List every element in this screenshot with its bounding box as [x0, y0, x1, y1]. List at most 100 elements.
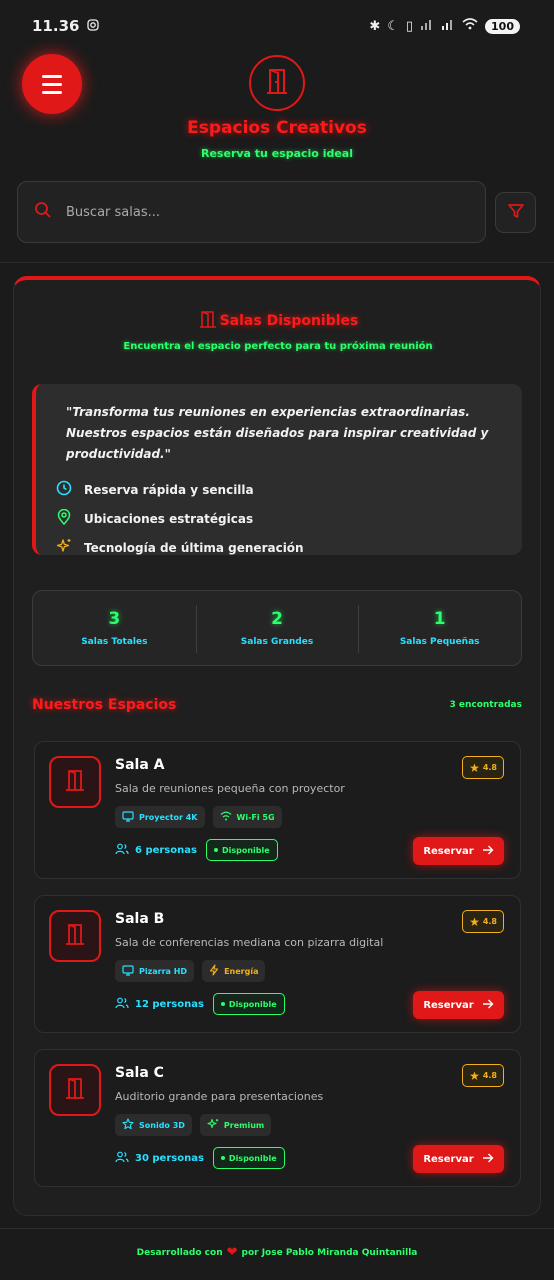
arrow-right-icon	[482, 999, 494, 1012]
star-icon: ★	[469, 914, 480, 929]
hamburger-icon	[42, 82, 62, 86]
status-left: 11.36	[32, 17, 100, 35]
room-footer: 30 personas Disponible	[115, 1147, 285, 1169]
app-title: Espacios Creativos	[187, 118, 367, 138]
lightning-icon	[209, 964, 219, 978]
section-title: Salas Disponibles	[14, 310, 540, 332]
divider	[0, 262, 554, 263]
users-icon	[115, 997, 129, 1012]
spaces-header: Nuestros Espacios 3 encontradas	[32, 697, 522, 713]
tag-label: Proyector 4K	[139, 812, 198, 822]
door-icon	[198, 310, 218, 332]
rating-badge: ★ 4.8	[462, 756, 504, 779]
rooms-panel: Salas Disponibles Encuentra el espacio p…	[13, 276, 541, 1216]
filter-icon	[507, 202, 525, 224]
rating-badge: ★ 4.8	[462, 910, 504, 933]
location-pin-icon	[56, 508, 72, 528]
moon-icon: ☾	[387, 18, 399, 34]
reserve-button[interactable]: Reservar	[413, 1145, 504, 1173]
monitor-icon	[122, 964, 134, 978]
reserve-label: Reservar	[423, 1153, 474, 1165]
room-description: Auditorio grande para presentaciones	[115, 1090, 324, 1103]
stat-value: 3	[108, 609, 121, 629]
star-icon: ★	[469, 1068, 480, 1083]
status-badge: Disponible	[212, 993, 285, 1015]
room-name: Sala A	[115, 757, 165, 773]
room-icon	[49, 910, 101, 962]
reserve-label: Reservar	[423, 845, 474, 857]
spaces-title: Nuestros Espacios	[32, 697, 177, 713]
room-card[interactable]: Sala C Auditorio grande para presentacio…	[34, 1049, 521, 1187]
feature-label: Reserva rápida y sencilla	[84, 482, 254, 497]
heart-icon: ❤	[226, 1245, 238, 1260]
clock-icon	[56, 480, 72, 499]
quote-text: "Transforma tus reuniones en experiencia…	[66, 405, 489, 461]
hamburger-icon	[42, 90, 62, 94]
feature-list: Reserva rápida y sencilla Ubicaciones es…	[56, 475, 506, 562]
status-text: Disponible	[221, 845, 270, 855]
tag: Wi-Fi 5G	[212, 806, 282, 828]
room-card[interactable]: Sala B Sala de conferencias mediana con …	[34, 895, 521, 1033]
footer-prefix: Desarrollado con	[136, 1247, 223, 1258]
instagram-icon	[87, 17, 100, 35]
reserve-label: Reservar	[423, 999, 474, 1011]
room-footer: 12 personas Disponible	[115, 993, 285, 1015]
room-tags: Pizarra HD Energía	[115, 960, 266, 982]
door-icon	[262, 66, 292, 100]
search-bar[interactable]	[17, 181, 486, 243]
filter-button[interactable]	[495, 192, 536, 233]
quote-box: "Transforma tus reuniones en experiencia…	[32, 384, 522, 555]
reserve-button[interactable]: Reservar	[413, 837, 504, 865]
capacity-text: 6 personas	[135, 844, 197, 856]
room-icon	[49, 1064, 101, 1116]
status-badge: Disponible	[212, 1147, 285, 1169]
stat-label: Salas Totales	[81, 637, 148, 647]
stat-label: Salas Grandes	[240, 637, 314, 647]
feature-label: Ubicaciones estratégicas	[84, 511, 254, 526]
capacity-text: 12 personas	[135, 998, 204, 1010]
arrow-right-icon	[482, 1153, 494, 1166]
room-description: Sala de conferencias mediana con pizarra…	[115, 936, 384, 949]
results-count: 3 encontradas	[449, 700, 522, 710]
stat-value: 2	[271, 609, 283, 629]
status-text: Disponible	[228, 1153, 277, 1163]
wifi-icon	[462, 18, 478, 34]
arrow-right-icon	[482, 845, 494, 858]
room-description: Sala de reuniones pequeña con proyector	[115, 782, 345, 795]
search-input[interactable]	[66, 204, 446, 220]
tag-label: Premium	[223, 1120, 265, 1130]
app-logo	[249, 55, 305, 111]
monitor-icon	[122, 810, 134, 824]
bluetooth-icon: ✱	[369, 18, 381, 34]
status-badge: Disponible	[205, 839, 278, 861]
section-subtitle: Encuentra el espacio perfecto para tu pr…	[123, 341, 433, 352]
vibrate-icon: ▯	[405, 18, 414, 34]
search-icon	[34, 201, 52, 223]
capacity-text: 30 personas	[135, 1152, 204, 1164]
tag: Proyector 4K	[115, 806, 205, 828]
app-subtitle: Reserva tu espacio ideal	[201, 147, 353, 160]
capacity: 12 personas	[115, 997, 204, 1012]
room-card[interactable]: Sala A Sala de reuniones pequeña con pro…	[34, 741, 521, 879]
feature-item: Tecnología de última generación	[56, 533, 506, 562]
tag-label: Sonido 3D	[139, 1120, 185, 1130]
signal-icon	[420, 18, 434, 34]
tag: Premium	[199, 1114, 272, 1136]
status-bar: 11.36 ✱ ☾ ▯ 100	[0, 0, 554, 52]
door-icon	[63, 922, 87, 950]
status-text: Disponible	[228, 999, 277, 1009]
signal-icon	[441, 18, 455, 34]
footer-divider	[0, 1228, 554, 1229]
reserve-button[interactable]: Reservar	[413, 991, 504, 1019]
hamburger-icon	[42, 74, 62, 78]
capacity: 6 personas	[115, 843, 197, 858]
feature-label: Tecnología de última generación	[84, 540, 304, 555]
stat-small: 1 Salas Pequeñas	[358, 591, 521, 665]
tag-label: Energía	[224, 966, 259, 976]
status-right: ✱ ☾ ▯ 100	[369, 18, 520, 34]
users-icon	[115, 843, 129, 858]
room-tags: Proyector 4K Wi-Fi 5G	[115, 806, 282, 828]
status-dot	[213, 848, 218, 852]
status-dot	[220, 1002, 225, 1006]
menu-button[interactable]	[22, 54, 82, 114]
